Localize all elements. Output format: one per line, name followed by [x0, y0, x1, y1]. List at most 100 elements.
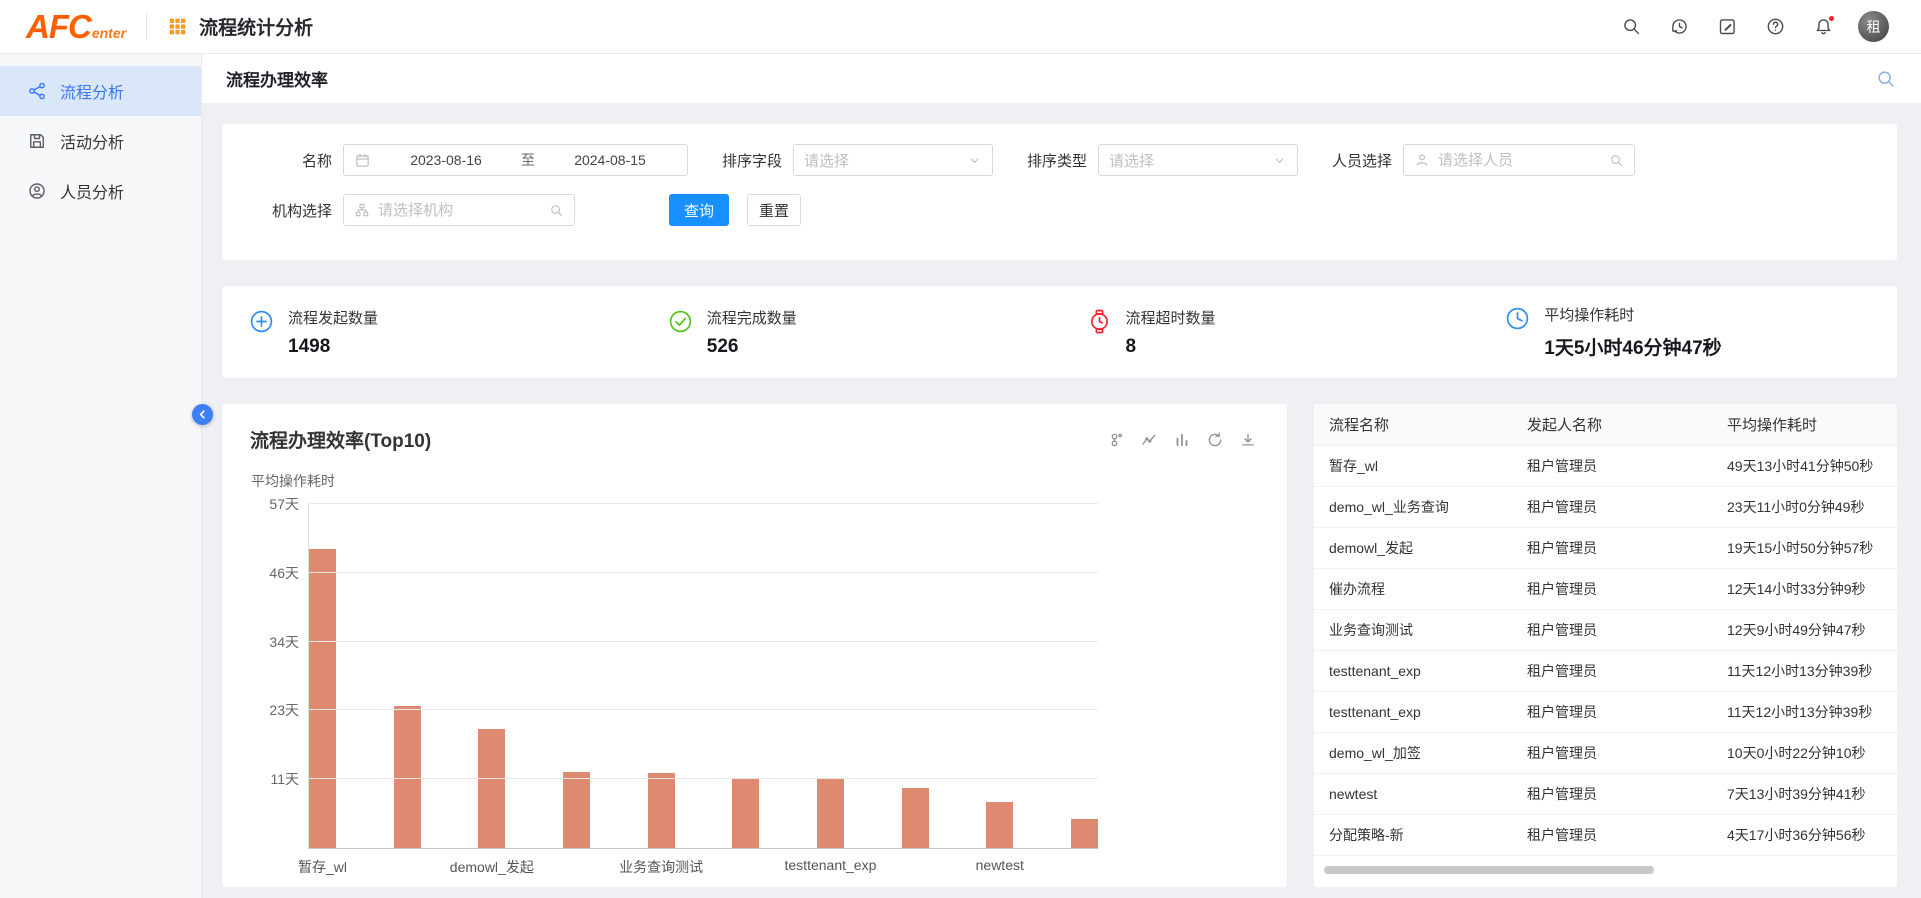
bell-icon[interactable] [1806, 10, 1840, 44]
sidebar-item-label: 流程分析 [60, 79, 124, 103]
table-row[interactable]: demo_wl_加签租户管理员10天0小时22分钟10秒 [1314, 733, 1897, 774]
table-cell: 19天15小时50分钟57秒 [1712, 538, 1897, 558]
table-cell: demo_wl_加签 [1314, 743, 1512, 763]
sidebar-item-label: 人员分析 [60, 179, 124, 203]
x-axis-label: demowl_发起 [450, 857, 534, 877]
sort-field-select[interactable]: 请选择 [793, 144, 993, 176]
stat-label: 流程完成数量 [707, 307, 797, 328]
sidebar-collapse-button[interactable] [192, 404, 213, 425]
page-title: 流程办理效率 [226, 66, 328, 91]
sort-type-group: 排序类型 请选择 [1027, 144, 1298, 176]
bar-slot: testtenant_exp [817, 504, 844, 848]
x-axis-label: testtenant_exp [785, 857, 877, 873]
chart-bar[interactable] [902, 788, 929, 848]
query-button[interactable]: 查询 [669, 194, 729, 226]
chart-card: 流程办理效率(Top10) [222, 404, 1287, 887]
stat-value: 8 [1126, 336, 1216, 358]
chevron-down-icon [967, 153, 982, 168]
chart-bar[interactable] [478, 729, 505, 848]
table-cell: 租户管理员 [1512, 620, 1712, 640]
gridline [309, 572, 1098, 573]
afcenter-logo[interactable]: AFCenter [26, 8, 126, 46]
check-circle-icon [667, 308, 694, 335]
bar-slot [902, 504, 929, 848]
help-icon[interactable] [1758, 10, 1792, 44]
table-row[interactable]: 暂存_wl租户管理员49天13小时41分钟50秒 [1314, 446, 1897, 487]
chart-bar[interactable] [986, 802, 1013, 848]
history-icon[interactable] [1662, 10, 1696, 44]
chart-bar[interactable] [563, 772, 590, 848]
table-row[interactable]: demowl_发起租户管理员19天15小时50分钟57秒 [1314, 528, 1897, 569]
table-header-cell: 平均操作耗时 [1712, 414, 1897, 435]
stat-initiated: 流程发起数量 1498 [222, 307, 641, 358]
bar-chart-icon[interactable] [1173, 431, 1191, 449]
chart-bars: 暂存_wldemowl_发起业务查询测试testtenant_expnewtes… [309, 504, 1098, 848]
content: 名称 2023-08-16 至 2024-08-15 排序 [202, 104, 1921, 898]
chart-bar[interactable] [394, 706, 421, 848]
search-icon[interactable] [549, 203, 564, 218]
body-row: 流程分析 活动分析 人员分析 流程办理效率 [0, 54, 1921, 898]
table-cell: 11天12小时13分钟39秒 [1712, 702, 1897, 722]
search-icon[interactable] [1875, 68, 1897, 90]
sort-type-select[interactable]: 请选择 [1098, 144, 1298, 176]
person-select-input[interactable] [1438, 152, 1601, 169]
stat-label: 流程发起数量 [288, 307, 378, 328]
chart-bar[interactable] [309, 549, 336, 848]
org-select-input[interactable] [378, 202, 541, 219]
restore-icon[interactable] [1206, 431, 1224, 449]
date-end-value: 2024-08-15 [543, 152, 677, 168]
search-icon[interactable] [1609, 153, 1624, 168]
x-axis-label: newtest [976, 857, 1024, 873]
stats-panel: 流程发起数量 1498 流程完成数量 526 [222, 286, 1897, 378]
table-row[interactable]: 业务查询测试租户管理员12天9小时49分钟47秒 [1314, 610, 1897, 651]
sidebar-item-process-analysis[interactable]: 流程分析 [0, 66, 201, 116]
table-row[interactable]: testtenant_exp租户管理员11天12小时13分钟39秒 [1314, 692, 1897, 733]
table-cell: 租户管理员 [1512, 538, 1712, 558]
filter-row-1: 名称 2023-08-16 至 2024-08-15 排序 [250, 144, 1869, 176]
gridline [309, 709, 1098, 710]
table-cell: 租户管理员 [1512, 743, 1712, 763]
table-cell: 49天13小时41分钟50秒 [1712, 456, 1897, 476]
chart-bar[interactable] [1071, 819, 1098, 848]
chart-bar[interactable] [732, 779, 759, 848]
avatar[interactable]: 租 [1858, 11, 1889, 42]
table-row[interactable]: 分配策略-新租户管理员4天17小时36分钟56秒 [1314, 815, 1897, 856]
chart-header: 流程办理效率(Top10) [222, 404, 1287, 453]
table-cell: 租户管理员 [1512, 497, 1712, 517]
data-zoom-icon[interactable] [1107, 431, 1125, 449]
table-row[interactable]: newtest租户管理员7天13小时39分钟41秒 [1314, 774, 1897, 815]
note-icon[interactable] [1710, 10, 1744, 44]
table-header-cell: 发起人名称 [1512, 414, 1712, 435]
table-cell: 业务查询测试 [1314, 620, 1512, 640]
filter-panel: 名称 2023-08-16 至 2024-08-15 排序 [222, 124, 1897, 260]
gridline [309, 503, 1098, 504]
bar-slot [1071, 504, 1098, 848]
date-start-value: 2023-08-16 [379, 152, 513, 168]
table-cell: 4天17小时36分钟56秒 [1712, 825, 1897, 845]
horizontal-scrollbar[interactable] [1324, 866, 1654, 874]
table-cell: demo_wl_业务查询 [1314, 497, 1512, 517]
chart-bar[interactable] [817, 779, 844, 848]
chart-bar[interactable] [648, 773, 675, 848]
logo-text: AFC [26, 8, 91, 46]
sidebar-item-personnel-analysis[interactable]: 人员分析 [0, 166, 201, 216]
table-row[interactable]: 催办流程租户管理员12天14小时33分钟9秒 [1314, 569, 1897, 610]
table-body: 暂存_wl租户管理员49天13小时41分钟50秒demo_wl_业务查询租户管理… [1314, 446, 1897, 856]
table-row[interactable]: demo_wl_业务查询租户管理员23天11小时0分钟49秒 [1314, 487, 1897, 528]
sort-type-label: 排序类型 [1027, 150, 1087, 171]
reset-button[interactable]: 重置 [747, 194, 801, 226]
efficiency-table-card: 流程名称 发起人名称 平均操作耗时 暂存_wl租户管理员49天13小时41分钟5… [1314, 404, 1897, 887]
stat-value: 1498 [288, 336, 378, 358]
table-cell: 11天12小时13分钟39秒 [1712, 661, 1897, 681]
table-cell: testtenant_exp [1314, 663, 1512, 679]
search-icon[interactable] [1614, 10, 1648, 44]
clock-icon [1504, 305, 1531, 332]
download-icon[interactable] [1239, 431, 1257, 449]
line-chart-icon[interactable] [1140, 431, 1158, 449]
table-row[interactable]: testtenant_exp租户管理员11天12小时13分钟39秒 [1314, 651, 1897, 692]
table-cell: 23天11小时0分钟49秒 [1712, 497, 1897, 517]
table-cell: 租户管理员 [1512, 702, 1712, 722]
sidebar-item-activity-analysis[interactable]: 活动分析 [0, 116, 201, 166]
date-range-picker[interactable]: 2023-08-16 至 2024-08-15 [343, 144, 688, 176]
app-grid-icon[interactable] [167, 16, 188, 37]
